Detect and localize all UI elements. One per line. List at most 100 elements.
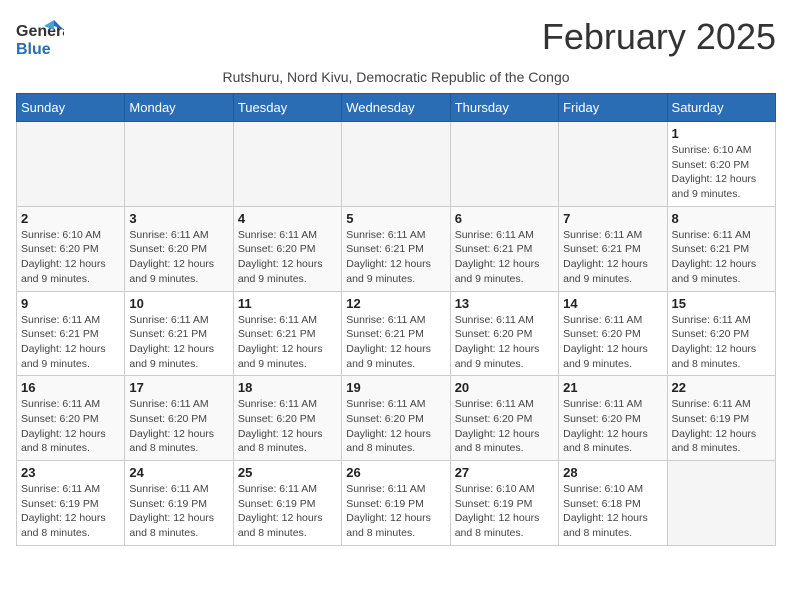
calendar-cell: 20 Sunrise: 6:11 AMSunset: 6:20 PMDayligh… bbox=[450, 376, 558, 461]
weekday-header: Sunday bbox=[17, 94, 125, 122]
day-number: 19 bbox=[346, 380, 445, 395]
calendar-cell: 7Sunrise: 6:11 AMSunset: 6:21 PMDaylight… bbox=[559, 206, 667, 291]
day-info: Sunrise: 6:11 AMSunset: 6:20 PMDaylight:… bbox=[455, 313, 554, 372]
calendar-week-row: 1 Sunrise: 6:10 AMSunset: 6:20 PMDaylight… bbox=[17, 122, 776, 207]
day-info: Sunrise: 6:11 AMSunset: 6:19 PMDaylight:… bbox=[129, 482, 228, 541]
day-info: Sunrise: 6:11 AMSunset: 6:20 PMDaylight:… bbox=[129, 228, 228, 287]
calendar-cell: 16 Sunrise: 6:11 AMSunset: 6:20 PMDayligh… bbox=[17, 376, 125, 461]
day-info: Sunrise: 6:11 AMSunset: 6:19 PMDaylight:… bbox=[238, 482, 337, 541]
weekday-header: Thursday bbox=[450, 94, 558, 122]
day-info: Sunrise: 6:11 AMSunset: 6:20 PMDaylight:… bbox=[129, 397, 228, 456]
day-number: 9 bbox=[21, 296, 120, 311]
day-info: Sunrise: 6:11 AMSunset: 6:21 PMDaylight:… bbox=[455, 228, 554, 287]
day-info: Sunrise: 6:11 AMSunset: 6:21 PMDaylight:… bbox=[21, 313, 120, 372]
day-info: Sunrise: 6:11 AMSunset: 6:20 PMDaylight:… bbox=[455, 397, 554, 456]
day-info: Sunrise: 6:11 AMSunset: 6:21 PMDaylight:… bbox=[672, 228, 771, 287]
day-number: 14 bbox=[563, 296, 662, 311]
day-number: 18 bbox=[238, 380, 337, 395]
svg-text:Blue: Blue bbox=[16, 41, 51, 58]
calendar-cell: 19 Sunrise: 6:11 AMSunset: 6:20 PMDayligh… bbox=[342, 376, 450, 461]
weekday-header: Tuesday bbox=[233, 94, 341, 122]
day-number: 26 bbox=[346, 465, 445, 480]
calendar-cell: 1 Sunrise: 6:10 AMSunset: 6:20 PMDaylight… bbox=[667, 122, 775, 207]
day-number: 6 bbox=[455, 211, 554, 226]
day-info: Sunrise: 6:11 AMSunset: 6:20 PMDaylight:… bbox=[346, 397, 445, 456]
day-info: Sunrise: 6:11 AMSunset: 6:20 PMDaylight:… bbox=[21, 397, 120, 456]
weekday-header: Friday bbox=[559, 94, 667, 122]
day-number: 23 bbox=[21, 465, 120, 480]
calendar-cell: 17 Sunrise: 6:11 AMSunset: 6:20 PMDayligh… bbox=[125, 376, 233, 461]
calendar-cell bbox=[450, 122, 558, 207]
day-info: Sunrise: 6:10 AMSunset: 6:18 PMDaylight:… bbox=[563, 482, 662, 541]
day-number: 1 bbox=[672, 126, 771, 141]
day-number: 4 bbox=[238, 211, 337, 226]
calendar-cell: 5 Sunrise: 6:11 AMSunset: 6:21 PMDaylight… bbox=[342, 206, 450, 291]
calendar-cell: 24 Sunrise: 6:11 AMSunset: 6:19 PMDayligh… bbox=[125, 461, 233, 546]
calendar-cell: 15 Sunrise: 6:11 AMSunset: 6:20 PMDayligh… bbox=[667, 291, 775, 376]
day-number: 12 bbox=[346, 296, 445, 311]
calendar-cell: 23 Sunrise: 6:11 AMSunset: 6:19 PMDayligh… bbox=[17, 461, 125, 546]
calendar-cell: 3 Sunrise: 6:11 AMSunset: 6:20 PMDaylight… bbox=[125, 206, 233, 291]
day-info: Sunrise: 6:11 AMSunset: 6:20 PMDaylight:… bbox=[563, 397, 662, 456]
calendar-header-row: SundayMondayTuesdayWednesdayThursdayFrid… bbox=[17, 94, 776, 122]
month-title: February 2025 bbox=[542, 16, 776, 58]
calendar-cell: 26 Sunrise: 6:11 AMSunset: 6:19 PMDayligh… bbox=[342, 461, 450, 546]
calendar-cell bbox=[667, 461, 775, 546]
day-number: 24 bbox=[129, 465, 228, 480]
day-number: 20 bbox=[455, 380, 554, 395]
day-info: Sunrise: 6:11 AMSunset: 6:21 PMDaylight:… bbox=[346, 228, 445, 287]
calendar-cell: 11Sunrise: 6:11 AMSunset: 6:21 PMDayligh… bbox=[233, 291, 341, 376]
calendar-cell: 8 Sunrise: 6:11 AMSunset: 6:21 PMDaylight… bbox=[667, 206, 775, 291]
day-number: 8 bbox=[672, 211, 771, 226]
day-number: 15 bbox=[672, 296, 771, 311]
calendar-cell bbox=[559, 122, 667, 207]
weekday-header: Monday bbox=[125, 94, 233, 122]
day-number: 16 bbox=[21, 380, 120, 395]
calendar-table: SundayMondayTuesdayWednesdayThursdayFrid… bbox=[16, 93, 776, 546]
calendar-cell: 9 Sunrise: 6:11 AMSunset: 6:21 PMDaylight… bbox=[17, 291, 125, 376]
day-info: Sunrise: 6:10 AMSunset: 6:20 PMDaylight:… bbox=[21, 228, 120, 287]
logo: General Blue bbox=[16, 16, 64, 65]
logo-graphic: General Blue bbox=[16, 16, 64, 65]
day-info: Sunrise: 6:11 AMSunset: 6:19 PMDaylight:… bbox=[21, 482, 120, 541]
day-info: Sunrise: 6:11 AMSunset: 6:20 PMDaylight:… bbox=[238, 397, 337, 456]
day-number: 10 bbox=[129, 296, 228, 311]
calendar-cell: 10 Sunrise: 6:11 AMSunset: 6:21 PMDayligh… bbox=[125, 291, 233, 376]
calendar-cell: 12 Sunrise: 6:11 AMSunset: 6:21 PMDayligh… bbox=[342, 291, 450, 376]
day-info: Sunrise: 6:10 AMSunset: 6:20 PMDaylight:… bbox=[672, 143, 771, 202]
calendar-cell: 2 Sunrise: 6:10 AMSunset: 6:20 PMDaylight… bbox=[17, 206, 125, 291]
calendar-cell bbox=[233, 122, 341, 207]
calendar-cell bbox=[342, 122, 450, 207]
day-info: Sunrise: 6:11 AMSunset: 6:19 PMDaylight:… bbox=[346, 482, 445, 541]
day-number: 25 bbox=[238, 465, 337, 480]
day-info: Sunrise: 6:11 AMSunset: 6:21 PMDaylight:… bbox=[129, 313, 228, 372]
day-number: 17 bbox=[129, 380, 228, 395]
day-number: 5 bbox=[346, 211, 445, 226]
day-number: 27 bbox=[455, 465, 554, 480]
calendar-cell: 13 Sunrise: 6:11 AMSunset: 6:20 PMDayligh… bbox=[450, 291, 558, 376]
day-number: 22 bbox=[672, 380, 771, 395]
calendar-week-row: 2 Sunrise: 6:10 AMSunset: 6:20 PMDaylight… bbox=[17, 206, 776, 291]
day-info: Sunrise: 6:11 AMSunset: 6:21 PMDaylight:… bbox=[238, 313, 337, 372]
day-info: Sunrise: 6:11 AMSunset: 6:20 PMDaylight:… bbox=[563, 313, 662, 372]
weekday-header: Saturday bbox=[667, 94, 775, 122]
calendar-cell bbox=[125, 122, 233, 207]
day-info: Sunrise: 6:11 AMSunset: 6:21 PMDaylight:… bbox=[346, 313, 445, 372]
calendar-week-row: 16 Sunrise: 6:11 AMSunset: 6:20 PMDayligh… bbox=[17, 376, 776, 461]
weekday-header: Wednesday bbox=[342, 94, 450, 122]
day-number: 13 bbox=[455, 296, 554, 311]
day-info: Sunrise: 6:11 AMSunset: 6:20 PMDaylight:… bbox=[238, 228, 337, 287]
day-info: Sunrise: 6:11 AMSunset: 6:20 PMDaylight:… bbox=[672, 313, 771, 372]
location-subtitle: Rutshuru, Nord Kivu, Democratic Republic… bbox=[16, 69, 776, 85]
day-number: 7 bbox=[563, 211, 662, 226]
calendar-cell: 21Sunrise: 6:11 AMSunset: 6:20 PMDayligh… bbox=[559, 376, 667, 461]
day-number: 2 bbox=[21, 211, 120, 226]
day-number: 3 bbox=[129, 211, 228, 226]
calendar-cell: 25 Sunrise: 6:11 AMSunset: 6:19 PMDayligh… bbox=[233, 461, 341, 546]
calendar-cell: 22 Sunrise: 6:11 AMSunset: 6:19 PMDayligh… bbox=[667, 376, 775, 461]
calendar-week-row: 23 Sunrise: 6:11 AMSunset: 6:19 PMDayligh… bbox=[17, 461, 776, 546]
calendar-cell: 4 Sunrise: 6:11 AMSunset: 6:20 PMDaylight… bbox=[233, 206, 341, 291]
calendar-cell: 18 Sunrise: 6:11 AMSunset: 6:20 PMDayligh… bbox=[233, 376, 341, 461]
calendar-week-row: 9 Sunrise: 6:11 AMSunset: 6:21 PMDaylight… bbox=[17, 291, 776, 376]
day-info: Sunrise: 6:11 AMSunset: 6:19 PMDaylight:… bbox=[672, 397, 771, 456]
